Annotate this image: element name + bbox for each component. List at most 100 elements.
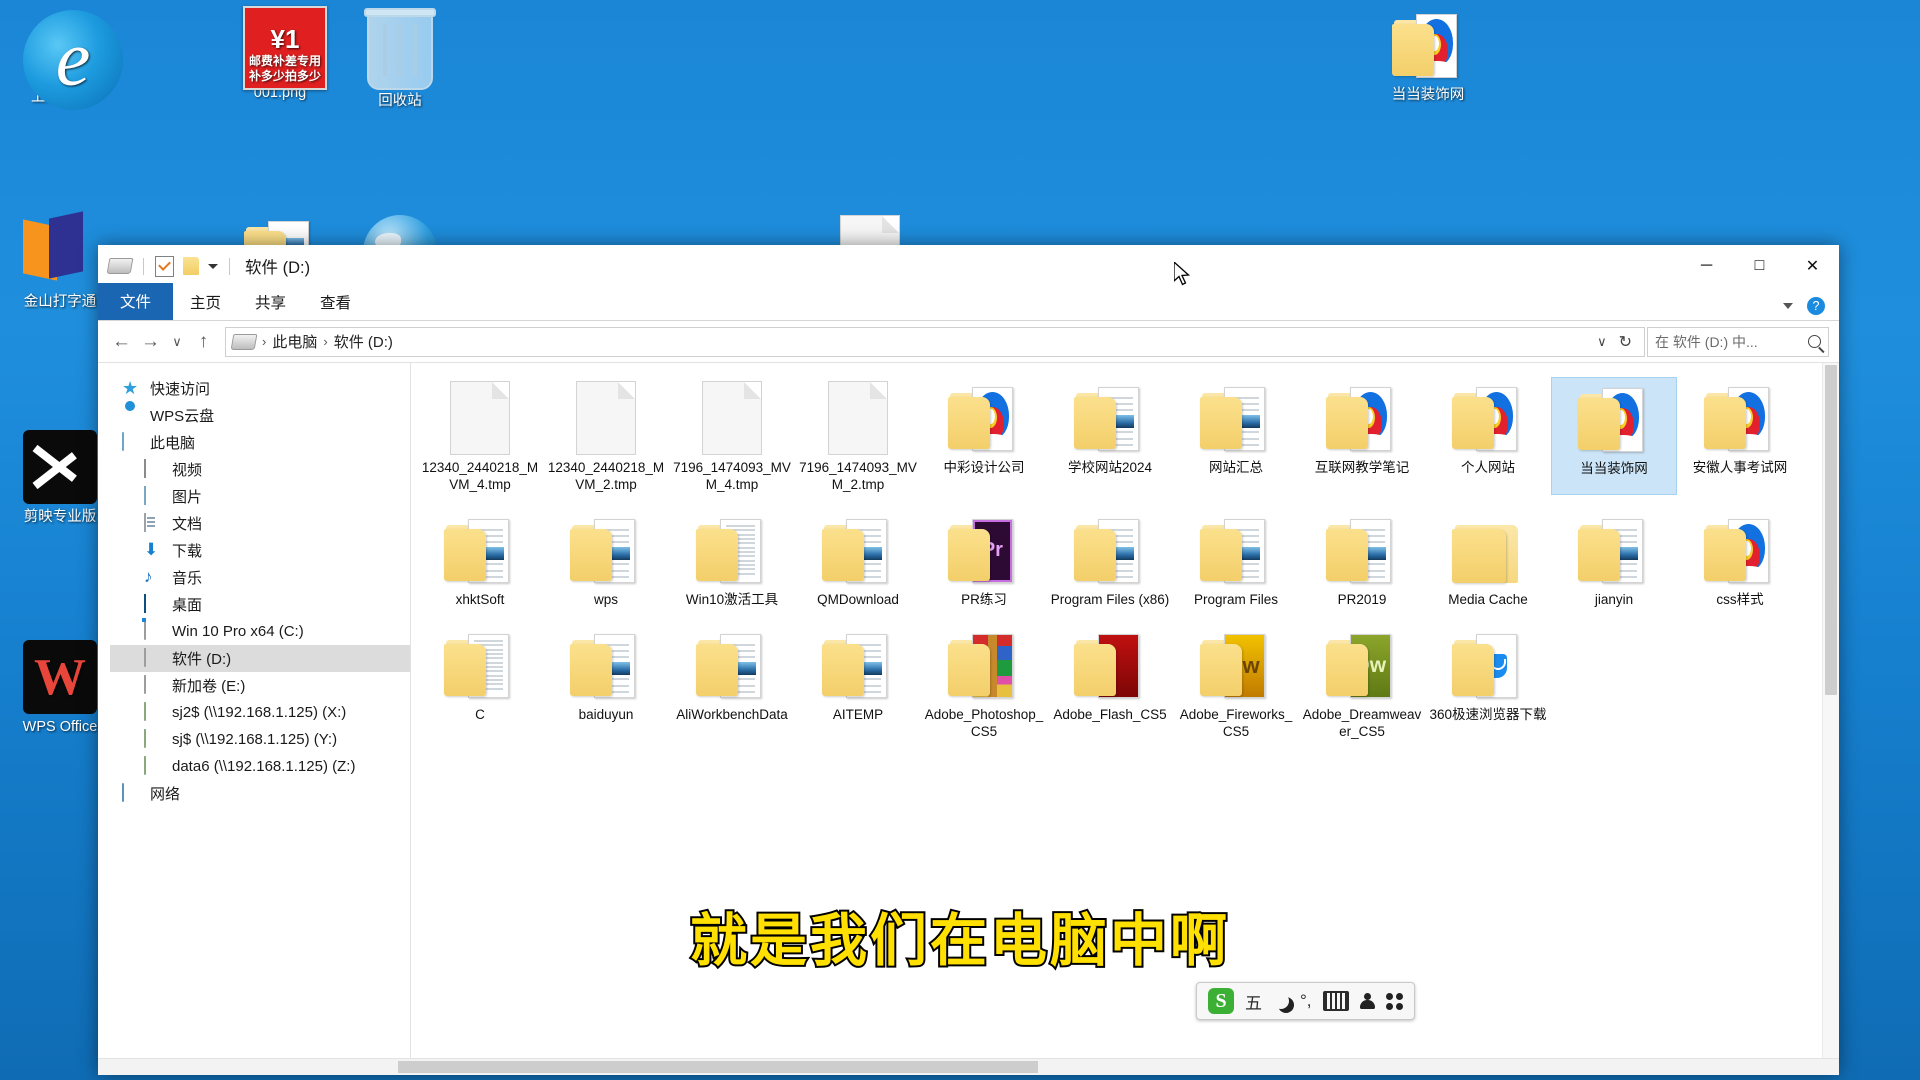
address-dropdown-icon[interactable]: ∨ xyxy=(1597,334,1607,350)
sogou-ime-toolbar[interactable]: S 五 °, xyxy=(1196,982,1415,1020)
folder-item[interactable]: 学校网站2024 xyxy=(1047,377,1173,495)
desktop-icon-001png[interactable]: ¥1 邮费补差专用 补多少拍多少 001.png xyxy=(220,6,340,102)
sidebar-item-12[interactable]: sj2$ (\\192.168.1.125) (X:) xyxy=(110,699,410,726)
folder-item[interactable]: Adobe_Photoshop_CS5 xyxy=(921,624,1047,742)
breadcrumb-current-drive[interactable]: 软件 (D:) xyxy=(334,331,393,352)
tab-file[interactable]: 文件 xyxy=(98,283,174,320)
drive-icon[interactable] xyxy=(106,258,134,274)
sidebar-item-2[interactable]: 此电脑 xyxy=(110,429,410,456)
forward-button[interactable]: → xyxy=(137,328,164,355)
folder-item[interactable]: baiduyun xyxy=(543,624,669,742)
back-button[interactable]: ← xyxy=(108,328,135,355)
folder-item[interactable]: AliWorkbenchData xyxy=(669,624,795,742)
sidebar-item-6[interactable]: ⬇ 下载 xyxy=(110,537,410,564)
scrollbar-thumb[interactable] xyxy=(1825,365,1837,695)
folder-item[interactable]: PR2019 xyxy=(1299,509,1425,610)
folder-item[interactable]: xhktSoft xyxy=(417,509,543,610)
recent-locations-button[interactable]: ∨ xyxy=(166,328,188,355)
minimize-button[interactable]: ─ xyxy=(1680,245,1733,287)
file-list-pane[interactable]: 12340_2440218_MVM_4.tmp 12340_2440218_MVM… xyxy=(410,363,1839,1058)
folder-item[interactable]: Win10激活工具 xyxy=(669,509,795,610)
folder-item[interactable]: 安徽人事考试网 xyxy=(1677,377,1803,495)
sidebar-item-3[interactable]: 视频 xyxy=(110,456,410,483)
folder-item[interactable]: 当当装饰网 xyxy=(1551,377,1677,495)
sidebar-item-15[interactable]: 网络 xyxy=(110,780,410,807)
tab-home[interactable]: 主页 xyxy=(173,285,238,320)
desktop-icon-edge[interactable]: 上网导航 xyxy=(0,10,123,110)
sidebar-item-7[interactable]: ♪ 音乐 xyxy=(110,564,410,591)
vertical-scrollbar[interactable] xyxy=(1822,363,1839,1058)
folder-item[interactable]: 互联网教学笔记 xyxy=(1299,377,1425,495)
new-folder-icon[interactable] xyxy=(183,257,199,275)
folder-item[interactable]: Fw Adobe_Fireworks_CS5 xyxy=(1173,624,1299,742)
sidebar-item-4[interactable]: 图片 xyxy=(110,483,410,510)
sidebar-item-5[interactable]: 文档 xyxy=(110,510,410,537)
folder-item[interactable]: AITEMP xyxy=(795,624,921,742)
close-button[interactable]: ✕ xyxy=(1786,245,1839,287)
file-name-label: 互联网教学笔记 xyxy=(1314,460,1410,475)
file-item[interactable]: 12340_2440218_MVM_4.tmp xyxy=(417,377,543,495)
jianying-icon xyxy=(23,430,97,504)
search-icon xyxy=(1808,335,1821,348)
breadcrumb-this-pc[interactable]: 此电脑 xyxy=(272,331,317,352)
sidebar-item-0[interactable]: ★ 快速访问 xyxy=(110,375,410,402)
folder-item[interactable]: Dw Adobe_Dreamweaver_CS5 xyxy=(1299,624,1425,742)
folder-item[interactable]: jianyin xyxy=(1551,509,1677,610)
properties-icon[interactable] xyxy=(155,255,174,277)
folder-icon xyxy=(695,628,769,702)
sogou-logo-icon[interactable]: S xyxy=(1208,988,1234,1014)
file-name-label: PR练习 xyxy=(961,592,1007,607)
file-item[interactable]: 12340_2440218_MVM_2.tmp xyxy=(543,377,669,495)
wps-office-icon: W xyxy=(23,640,97,714)
person-icon[interactable] xyxy=(1359,993,1375,1009)
search-input[interactable]: 在 软件 (D:) 中... xyxy=(1647,326,1829,357)
folder-item[interactable]: Media Cache xyxy=(1425,509,1551,610)
apps-grid-icon[interactable] xyxy=(1385,992,1403,1010)
folder-icon xyxy=(821,628,895,702)
keyboard-icon[interactable] xyxy=(1322,991,1349,1011)
navigation-pane: ★ 快速访问 WPS云盘 此电脑 视频 图片 文档 ⬇ 下载 ♪ 音乐 桌面 Win 10 Pro x6… xyxy=(98,363,410,1058)
address-breadcrumb-bar[interactable]: › 此电脑 › 软件 (D:) ∨ ↻ xyxy=(225,326,1645,357)
moon-icon[interactable] xyxy=(1273,993,1289,1009)
file-item[interactable]: 7196_1474093_MVM_4.tmp xyxy=(669,377,795,495)
folder-icon xyxy=(1577,513,1651,587)
folder-item[interactable]: QMDownload xyxy=(795,509,921,610)
folder-item[interactable]: Program Files xyxy=(1173,509,1299,610)
folder-item[interactable]: 360极速浏览器下载 xyxy=(1425,624,1551,742)
expand-ribbon-icon[interactable] xyxy=(1783,303,1793,309)
folder-item[interactable]: Pr PR练习 xyxy=(921,509,1047,610)
folder-item[interactable]: Adobe_Flash_CS5 xyxy=(1047,624,1173,742)
desktop-icon-dangdang[interactable]: 当当装饰网 xyxy=(1368,8,1488,104)
help-icon[interactable]: ? xyxy=(1807,297,1825,315)
up-button[interactable]: ↑ xyxy=(190,328,217,355)
ime-mode-label[interactable]: 五 xyxy=(1245,989,1262,1014)
tab-view[interactable]: 查看 xyxy=(303,285,368,320)
file-item[interactable]: 7196_1474093_MVM_2.tmp xyxy=(795,377,921,495)
folder-item[interactable]: C xyxy=(417,624,543,742)
punctuation-icon[interactable]: °, xyxy=(1300,991,1312,1011)
scrollbar-thumb[interactable] xyxy=(398,1061,1038,1073)
sidebar-item-8[interactable]: 桌面 xyxy=(110,591,410,618)
tab-share[interactable]: 共享 xyxy=(238,285,303,320)
desktop-icon-recycle-bin[interactable]: 回收站 xyxy=(340,8,460,110)
sidebar-item-1[interactable]: WPS云盘 xyxy=(110,402,410,429)
file-name-label: 中彩设计公司 xyxy=(943,460,1025,475)
file-icon xyxy=(443,381,517,455)
file-name-label: 学校网站2024 xyxy=(1067,460,1153,475)
sidebar-item-13[interactable]: sj$ (\\192.168.1.125) (Y:) xyxy=(110,726,410,753)
sidebar-item-10[interactable]: 软件 (D:) xyxy=(110,645,410,672)
sidebar-item-14[interactable]: data6 (\\192.168.1.125) (Z:) xyxy=(110,753,410,780)
sidebar-item-11[interactable]: 新加卷 (E:) xyxy=(110,672,410,699)
file-explorer-window: 软件 (D:) ─ □ ✕ 文件 主页 共享 查看 ? ← → ∨ ↑ › 此电… xyxy=(98,245,1839,1075)
folder-item[interactable]: 网站汇总 xyxy=(1173,377,1299,495)
folder-item[interactable]: 个人网站 xyxy=(1425,377,1551,495)
folder-item[interactable]: Program Files (x86) xyxy=(1047,509,1173,610)
folder-item[interactable]: 中彩设计公司 xyxy=(921,377,1047,495)
folder-item[interactable]: wps xyxy=(543,509,669,610)
customize-dropdown-icon[interactable] xyxy=(208,263,218,269)
horizontal-scrollbar[interactable] xyxy=(98,1058,1839,1075)
refresh-icon[interactable]: ↻ xyxy=(1619,332,1632,352)
sidebar-item-9[interactable]: Win 10 Pro x64 (C:) xyxy=(110,618,410,645)
folder-item[interactable]: css样式 xyxy=(1677,509,1803,610)
maximize-button[interactable]: □ xyxy=(1733,245,1786,287)
